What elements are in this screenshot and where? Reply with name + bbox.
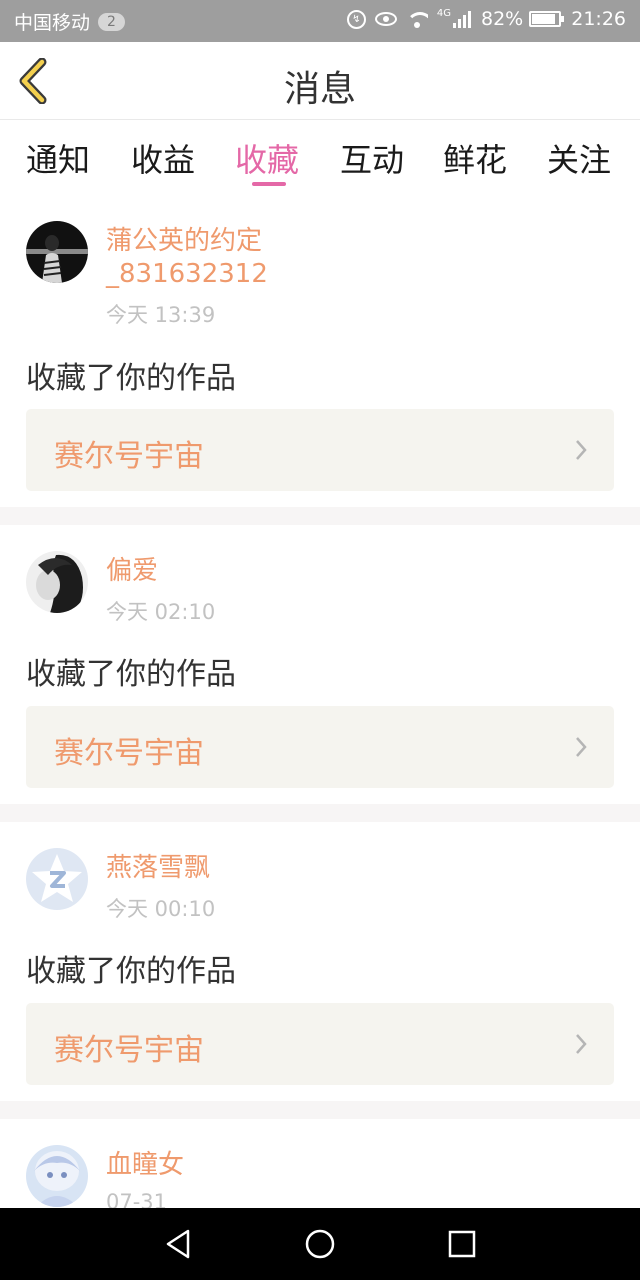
work-title: 赛尔号宇宙 [54, 439, 204, 474]
tab-bar: 通知 收益 收藏 互动 鲜花 关注 [0, 121, 640, 201]
data-saver-icon: ↯ [346, 9, 366, 29]
default-avatar-icon [26, 848, 88, 910]
signal-icon [453, 10, 473, 28]
eye-comfort-icon [374, 12, 397, 26]
username[interactable]: 血瞳女 [106, 1149, 184, 1182]
tab-interactions[interactable]: 互动 [340, 135, 404, 181]
work-link[interactable]: 赛尔号宇宙 [26, 1003, 614, 1085]
chevron-right-icon [576, 1034, 587, 1054]
recents-square-icon[interactable] [444, 1226, 480, 1262]
notification-card: 燕落雪飘 今天 00:10 收藏了你的作品 赛尔号宇宙 [0, 822, 640, 1101]
tab-earnings[interactable]: 收益 [131, 135, 195, 181]
battery-percent: 82% [481, 8, 524, 30]
work-link[interactable]: 赛尔号宇宙 [26, 409, 614, 491]
timestamp: 今天 13:39 [106, 303, 216, 327]
home-circle-icon[interactable] [302, 1226, 338, 1262]
avatar-image [26, 551, 88, 613]
avatar[interactable] [26, 848, 88, 910]
clock: 21:26 [571, 8, 626, 30]
back-triangle-icon[interactable] [160, 1226, 196, 1262]
card-divider [0, 1101, 640, 1119]
battery-icon [529, 11, 565, 27]
app-header: 消息 [0, 42, 640, 120]
timestamp: 07-31 [106, 1190, 168, 1208]
username[interactable]: 蒲公英的约定 _831632312 [106, 225, 268, 291]
avatar[interactable] [26, 1145, 88, 1207]
tab-favorites[interactable]: 收藏 [235, 135, 299, 181]
username[interactable]: 偏爱 [106, 555, 158, 588]
work-title: 赛尔号宇宙 [54, 736, 204, 771]
tab-notifications[interactable]: 通知 [26, 135, 90, 181]
work-title: 赛尔号宇宙 [54, 1033, 204, 1068]
action-text: 收藏了你的作品 [26, 954, 236, 989]
avatar[interactable] [26, 551, 88, 613]
username-line: 蒲公英的约定 [106, 226, 263, 256]
work-link[interactable]: 赛尔号宇宙 [26, 706, 614, 788]
system-navigation-bar [0, 1208, 640, 1280]
status-left: 中国移动 2 [14, 8, 125, 35]
status-bar: 中国移动 2 ↯ 4G 82% 21:26 [0, 0, 640, 42]
active-tab-indicator [252, 182, 286, 186]
tab-flowers[interactable]: 鲜花 [443, 135, 507, 181]
page-title: 消息 [283, 69, 356, 110]
network-type: 4G [436, 8, 451, 19]
notification-count-badge: 2 [98, 12, 125, 31]
username-line: _831632312 [106, 259, 268, 289]
wifi-icon [405, 10, 428, 28]
avatar-image [26, 1145, 88, 1207]
carrier-name: 中国移动 [14, 12, 91, 34]
action-text: 收藏了你的作品 [26, 657, 236, 692]
notification-card: 偏爱 今天 02:10 收藏了你的作品 赛尔号宇宙 [0, 525, 640, 804]
card-divider [0, 507, 640, 525]
notification-card: 蒲公英的约定 _831632312 今天 13:39 收藏了你的作品 赛尔号宇宙 [0, 201, 640, 507]
avatar-image [26, 221, 88, 283]
action-text: 收藏了你的作品 [26, 361, 236, 396]
chevron-right-icon [576, 737, 587, 757]
card-divider [0, 804, 640, 822]
chevron-right-icon [576, 440, 587, 460]
tab-following[interactable]: 关注 [547, 135, 611, 181]
notification-card: 血瞳女 07-31 [0, 1119, 640, 1208]
avatar[interactable] [26, 221, 88, 283]
status-right: ↯ 4G 82% 21:26 [346, 8, 626, 30]
username[interactable]: 燕落雪飘 [106, 852, 210, 885]
timestamp: 今天 00:10 [106, 897, 216, 921]
timestamp: 今天 02:10 [106, 600, 216, 624]
